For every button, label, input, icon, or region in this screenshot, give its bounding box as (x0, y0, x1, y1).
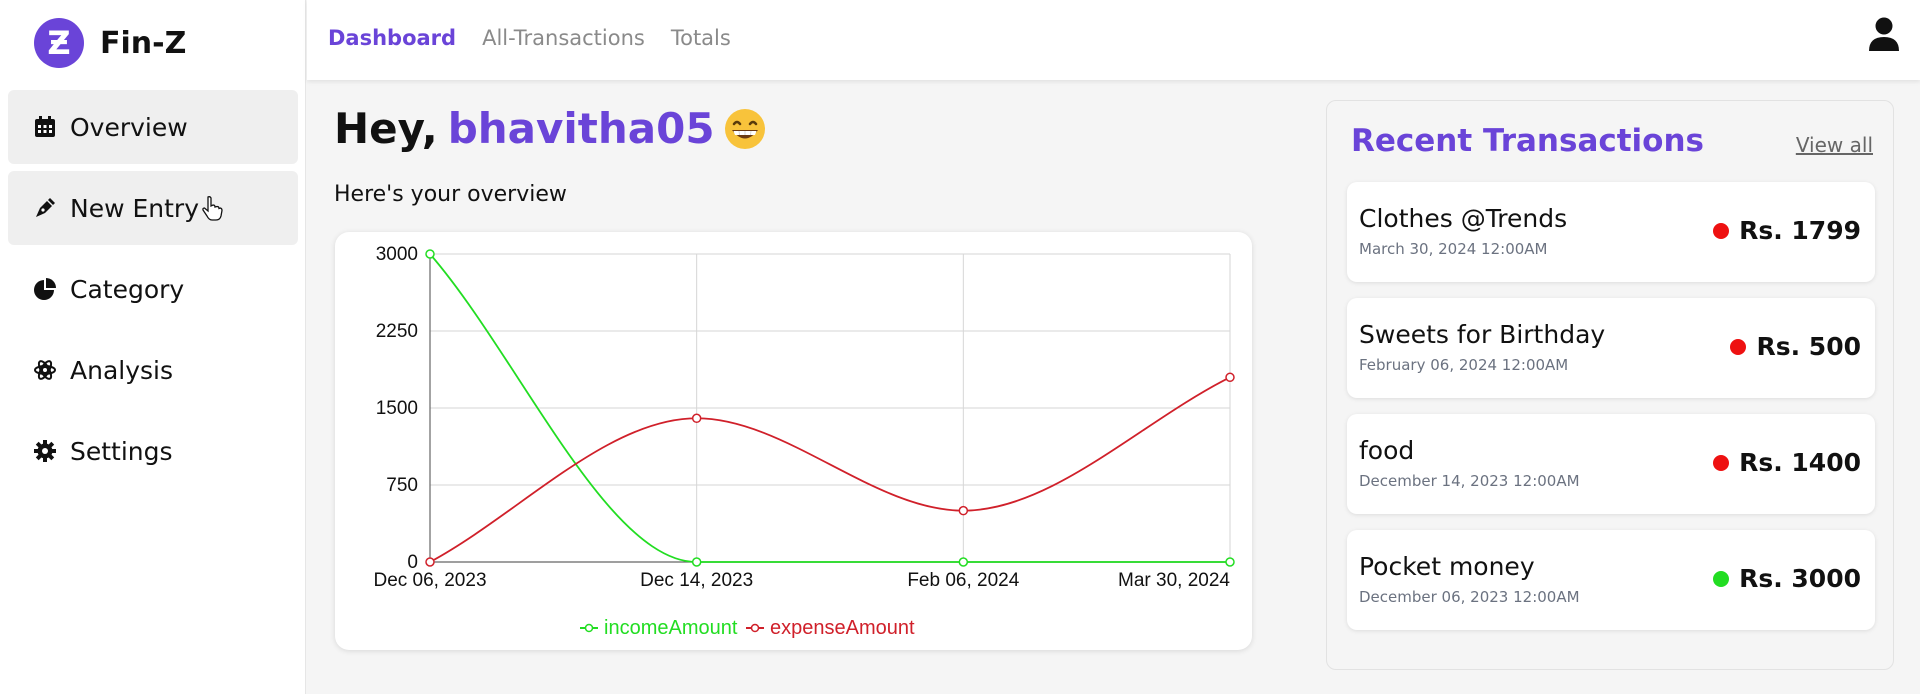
sidebar-item-label: Analysis (70, 355, 174, 385)
x-tick-label: Mar 30, 2024 (1118, 570, 1230, 591)
legend-label: expenseAmount (770, 617, 915, 639)
transaction-amount: Rs. 3000 (1739, 564, 1861, 593)
user-icon[interactable] (1868, 16, 1900, 52)
sidebar-item-label: Settings (70, 436, 173, 466)
data-point-incomeAmount (425, 249, 435, 259)
top-tabs: Dashboard All-Transactions Totals (328, 26, 731, 50)
transaction-name: food (1359, 436, 1415, 465)
y-tick-label: 2250 (376, 321, 418, 342)
y-tick-label: 3000 (376, 244, 418, 265)
sidebar-item-analysis[interactable]: Analysis (8, 333, 298, 407)
brand-name: Fin-Z (100, 25, 187, 61)
brain-icon (32, 357, 58, 383)
sidebar-item-category[interactable]: Category (8, 252, 298, 326)
calendar-icon (32, 114, 58, 140)
data-point-expenseAmount (958, 505, 969, 516)
recent-transactions-panel: Recent Transactions View all Clothes @Tr… (1326, 100, 1894, 670)
status-dot (1713, 454, 1730, 471)
sidebar-item-overview[interactable]: Overview (8, 90, 298, 164)
gear-icon (32, 438, 58, 464)
tab-dashboard[interactable]: Dashboard (328, 26, 456, 50)
overview-chart-card: 0 750 1500 2250 3000 Dec 06, 2023 Dec 14, 2023… (335, 232, 1252, 650)
y-tick-label: 750 (386, 475, 418, 496)
recent-transactions-title: Recent Transactions (1351, 123, 1705, 159)
page-subtitle: Here's your overview (334, 182, 567, 207)
transaction-card[interactable]: Clothes @Trends March 30, 2024 12:00AM R… (1347, 182, 1875, 282)
series-line-expenseAmount (429, 376, 1231, 563)
transaction-amount-group: Rs. 1799 (1713, 216, 1861, 245)
transaction-name: Pocket money (1359, 552, 1535, 581)
data-point-expenseAmount (425, 557, 435, 567)
transaction-amount: Rs. 500 (1756, 332, 1861, 361)
transaction-card[interactable]: Pocket money December 06, 2023 12:00AM R… (1347, 530, 1875, 630)
sidebar: Ƶ Fin-Z Overview New Entry Category Anal… (0, 0, 306, 694)
transaction-date: March 30, 2024 12:00AM (1359, 240, 1548, 258)
status-dot (1713, 570, 1730, 587)
transaction-amount: Rs. 1400 (1739, 448, 1861, 477)
data-point-incomeAmount (691, 557, 702, 567)
brand-logo-icon: Ƶ (34, 18, 84, 68)
transaction-amount-group: Rs. 3000 (1713, 564, 1861, 593)
tab-all-transactions[interactable]: All-Transactions (482, 26, 645, 50)
x-tick-label: Feb 06, 2024 (907, 570, 1019, 591)
status-dot (1730, 338, 1747, 355)
transaction-amount: Rs. 1799 (1739, 216, 1861, 245)
legend-marker (584, 623, 594, 633)
data-point-expenseAmount (691, 413, 702, 424)
sidebar-item-label: New Entry (70, 193, 199, 223)
transaction-date: December 06, 2023 12:00AM (1359, 588, 1580, 606)
status-dot (1713, 222, 1730, 239)
hand-cursor-icon (202, 196, 223, 221)
transaction-name: Clothes @Trends (1359, 204, 1568, 233)
transaction-date: December 14, 2023 12:00AM (1359, 472, 1580, 490)
transaction-card[interactable]: food December 14, 2023 12:00AM Rs. 1400 (1347, 414, 1875, 514)
data-point-incomeAmount (1225, 557, 1235, 567)
overview-line-chart: 0750150022503000Dec 06, 2023 Dec 14, 2023… (373, 244, 1235, 639)
brand[interactable]: Ƶ Fin-Z (34, 18, 186, 68)
sidebar-item-label: Category (70, 274, 185, 304)
legend-label: incomeAmount (604, 617, 738, 639)
grinning-face-icon (724, 108, 765, 149)
sidebar-item-new-entry[interactable]: New Entry (8, 171, 298, 245)
transaction-card[interactable]: Sweets for Birthday February 06, 2024 12… (1347, 298, 1875, 398)
x-tick-label: Dec 06, 2023 (373, 570, 486, 591)
transaction-amount-group: Rs. 1400 (1713, 448, 1861, 477)
view-all-link[interactable]: View all (1796, 133, 1873, 157)
x-tick-label: Dec 14, 2023 (640, 570, 753, 591)
data-point-incomeAmount (958, 557, 969, 567)
transaction-date: February 06, 2024 12:00AM (1359, 356, 1569, 374)
data-point-expenseAmount (1225, 372, 1235, 383)
topbar: Dashboard All-Transactions Totals (307, 0, 1920, 80)
pen-icon (32, 195, 58, 221)
greeting-prefix: Hey, (334, 104, 438, 153)
legend-marker (750, 623, 760, 633)
sidebar-item-label: Overview (70, 112, 188, 142)
pie-chart-icon (32, 276, 58, 302)
username: bhavitha05 (447, 104, 715, 153)
sidebar-item-settings[interactable]: Settings (8, 414, 298, 488)
tab-totals[interactable]: Totals (671, 26, 731, 50)
transaction-name: Sweets for Birthday (1359, 320, 1606, 349)
transaction-amount-group: Rs. 500 (1730, 332, 1861, 361)
y-tick-label: 1500 (376, 398, 418, 419)
page-title: Hey, bhavitha05 (334, 104, 767, 153)
